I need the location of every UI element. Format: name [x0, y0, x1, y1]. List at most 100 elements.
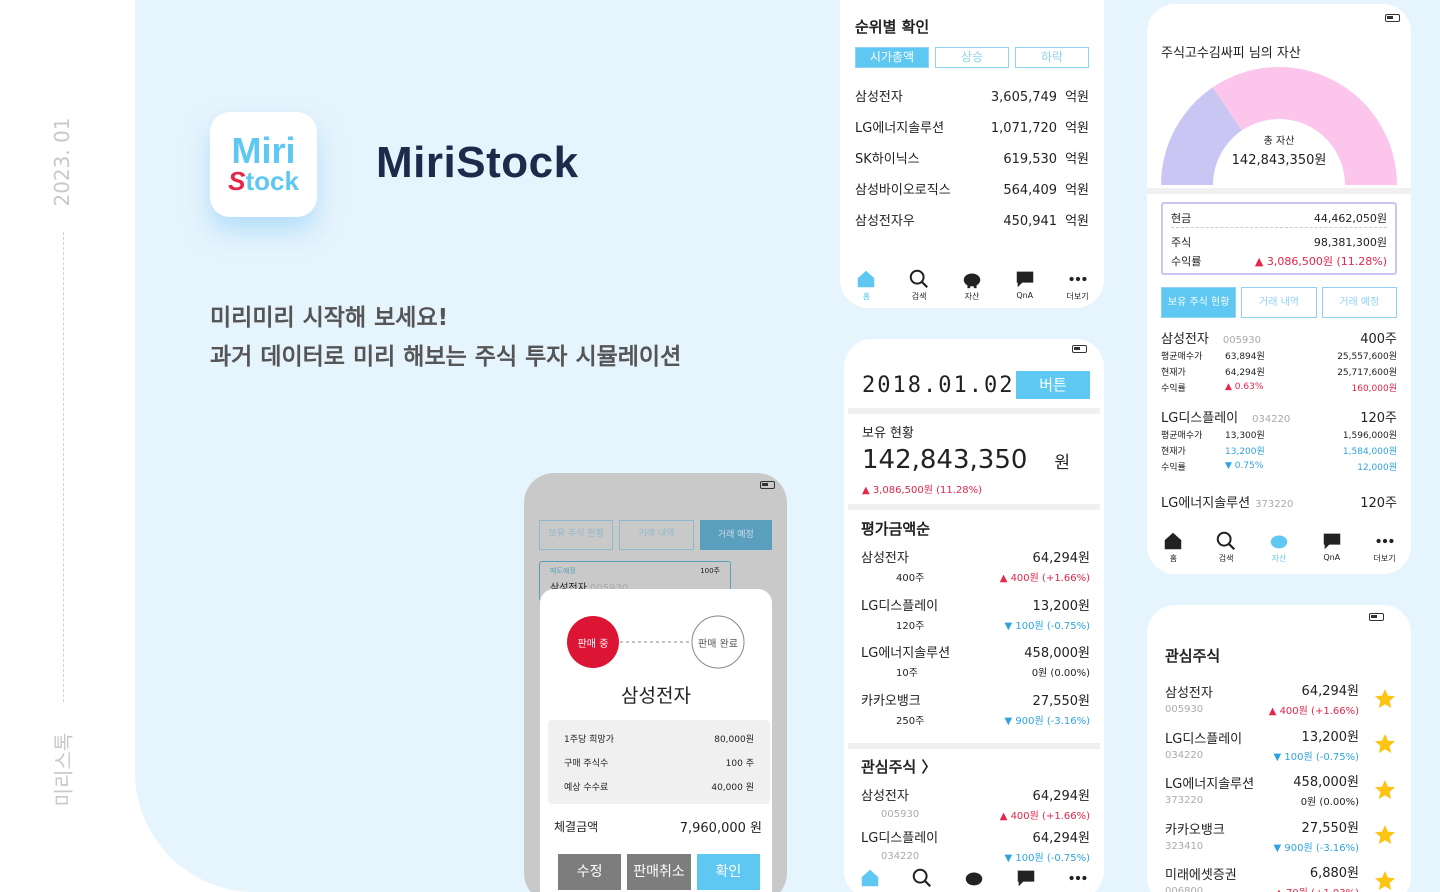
- battery-icon: [1369, 613, 1384, 621]
- ranking-row[interactable]: 삼성전자우 450,941 억원: [855, 204, 1089, 235]
- trade-screen: 보유 주식 현황 거래 내역 거래 예정 매도예정100주 삼성전자 00593…: [524, 473, 787, 892]
- tab-scheduled[interactable]: 거래 예정: [1321, 287, 1397, 318]
- ranking-value: 450,941: [1003, 214, 1058, 229]
- tab-holdings[interactable]: 보유 주식 현황: [1161, 287, 1237, 318]
- stock-change: ▲ 400원 (+1.66%): [999, 573, 1090, 584]
- watch-left: LG에너지솔루션 373220: [1165, 773, 1254, 806]
- nav-search[interactable]: 검색: [908, 268, 930, 302]
- tab-scheduled[interactable]: 거래 예정: [699, 520, 772, 550]
- holding-field-value: 63,894원: [1225, 351, 1265, 362]
- nav-asset[interactable]: 자산: [1268, 530, 1290, 564]
- eval-row-bottom: 250주 ▼ 900원 (-3.16%): [861, 712, 1090, 727]
- nav-qna[interactable]: QnA: [1014, 268, 1036, 300]
- nav-home[interactable]: [859, 867, 881, 890]
- nav-more[interactable]: 더보기: [1067, 268, 1089, 302]
- home-icon: [858, 270, 875, 288]
- confirm-button[interactable]: 확인: [696, 854, 760, 890]
- total-value: 7,960,000 원: [679, 821, 762, 836]
- star-icon[interactable]: [1373, 687, 1397, 711]
- app-name: MiriStock: [376, 138, 579, 187]
- eval-row[interactable]: LG에너지솔루션 458,000원 10주 0원 (0.00%): [861, 642, 1090, 690]
- star-icon[interactable]: [1373, 778, 1397, 802]
- asset-tabs: 보유 주식 현황 거래 내역 거래 예정: [1161, 287, 1397, 318]
- ranking-unit: 억원: [1065, 152, 1089, 167]
- stock-price: 13,200원: [1032, 598, 1090, 614]
- nav-qna[interactable]: QnA: [1321, 530, 1343, 562]
- holding-code: 034220: [1252, 414, 1291, 425]
- eval-title: 평가금액순: [861, 520, 931, 538]
- holding-field-row: 현재가 13,200원 1,584,000원: [1161, 442, 1397, 458]
- tab-rising[interactable]: 상승: [935, 47, 1009, 68]
- watch-row[interactable]: LG디스플레이 034220 13,200원 ▼ 100원 (-0.75%): [1165, 722, 1397, 768]
- nav-home[interactable]: 홈: [855, 268, 877, 302]
- eval-row[interactable]: 카카오뱅크 27,550원 250주 ▼ 900원 (-3.16%): [861, 690, 1090, 738]
- watch-row[interactable]: 삼성전자 64,294원 005930 ▲ 400원 (+1.66%): [861, 785, 1090, 827]
- ranking-row[interactable]: LG에너지솔루션 1,071,720 억원: [855, 111, 1089, 142]
- holding-field-total: 1,596,000원: [1342, 430, 1397, 441]
- side-year-label: 2023. 01: [50, 117, 74, 207]
- nav-more[interactable]: [1067, 867, 1089, 890]
- nav-home[interactable]: 홈: [1162, 530, 1184, 564]
- stock-name: 카카오뱅크: [1165, 822, 1225, 838]
- watchlist: 삼성전자 005930 64,294원 ▲ 400원 (+1.66%) LG디스플레이 0…: [1147, 666, 1411, 892]
- search-icon: [912, 868, 932, 888]
- nav-more[interactable]: 더보기: [1374, 530, 1396, 564]
- tab-holdings[interactable]: 보유 주식 현황: [539, 520, 614, 550]
- stock-price: 64,294원: [1032, 831, 1090, 846]
- piggy-bank-icon: [965, 872, 983, 886]
- tab-history[interactable]: 거래 내역: [1241, 287, 1317, 318]
- asset-summary-box: 현금 44,462,050원 주식 98,381,300원 수익률 ▲ 3,086,5…: [1161, 202, 1397, 275]
- cancel-sale-button[interactable]: 판매취소: [627, 854, 691, 890]
- star-icon[interactable]: [1373, 823, 1397, 847]
- holding-name: 삼성전자: [1161, 332, 1209, 347]
- nav-search[interactable]: [911, 867, 933, 890]
- date-button[interactable]: 버튼: [1016, 371, 1090, 399]
- eval-row-bottom: 120주 ▼ 100원 (-0.75%): [861, 617, 1090, 632]
- holding-field-label: 수익률: [1161, 462, 1186, 473]
- stock-code: 323410: [1165, 840, 1204, 852]
- eval-row[interactable]: LG디스플레이 13,200원 120주 ▼ 100원 (-0.75%): [861, 595, 1090, 643]
- nav-asset[interactable]: [963, 867, 985, 890]
- nav-asset[interactable]: 자산: [961, 268, 983, 302]
- eval-row[interactable]: 삼성전자 64,294원 400주 ▲ 400원 (+1.66%): [861, 547, 1090, 595]
- ranking-row[interactable]: SK하이닉스 619,530 억원: [855, 142, 1089, 173]
- stock-label: 주식: [1171, 236, 1192, 249]
- ranking-row[interactable]: 삼성전자 3,605,749 억원: [855, 80, 1089, 111]
- stock-change: 0원 (0.00%): [1031, 668, 1090, 679]
- star-icon[interactable]: [1373, 732, 1397, 756]
- trade-detail-row: 1주당 희망가 80,000원: [564, 726, 754, 750]
- stock-price: 13,200원: [1301, 729, 1359, 745]
- simulation-date: 2018.01.02: [862, 372, 1015, 398]
- stock-change: ▼ 900원 (-3.16%): [1273, 842, 1359, 854]
- watch-row[interactable]: LG디스플레이 64,294원 034220 ▼ 100원 (-0.75%): [861, 827, 1090, 869]
- watch-row[interactable]: 카카오뱅크 323410 27,550원 ▼ 900원 (-3.16%): [1165, 813, 1397, 859]
- more-icon: [1069, 276, 1087, 282]
- tab-history[interactable]: 거래 내역: [619, 520, 694, 550]
- holding-name-group: LG디스플레이 034220: [1161, 407, 1290, 426]
- stock-code: 034220: [1165, 749, 1204, 761]
- watch-row-bottom: 034220 ▼ 100원 (-0.75%): [861, 849, 1090, 864]
- return-value: ▲ 3,086,500원 (11.28%): [1254, 255, 1387, 268]
- more-icon: [1069, 875, 1087, 881]
- edit-button[interactable]: 수정: [558, 854, 622, 890]
- battery-icon: [760, 481, 775, 489]
- star-icon[interactable]: [1373, 869, 1397, 892]
- stock-code: 005930: [881, 809, 920, 820]
- watch-row[interactable]: 삼성전자 005930 64,294원 ▲ 400원 (+1.66%): [1165, 676, 1397, 722]
- watch-row[interactable]: 미래에셋증권 006800 6,880원 ▲ 70원 (+1.03%): [1165, 858, 1397, 892]
- ranking-value: 3,605,749: [990, 90, 1058, 105]
- holding-card[interactable]: LG디스플레이 034220 120주 평균매수가 13,300원 1,596,000원 현…: [1161, 407, 1397, 486]
- holding-card[interactable]: 삼성전자 005930 400주 평균매수가 63,894원 25,557,600원 현재가…: [1161, 328, 1397, 407]
- watch-section-link[interactable]: 관심주식 〉: [861, 756, 1090, 777]
- nav-search[interactable]: 검색: [1215, 530, 1237, 564]
- side-divider: [63, 232, 64, 702]
- watch-row[interactable]: LG에너지솔루션 373220 458,000원 0원 (0.00%): [1165, 767, 1397, 813]
- holding-code: 005930: [1222, 335, 1262, 346]
- ranking-screen: 순위별 확인 시가총액 상승 하락 삼성전자 3,605,749 억원 LG에너지솔루…: [840, 0, 1104, 308]
- tab-market-cap[interactable]: 시가총액: [855, 47, 929, 68]
- nav-qna[interactable]: [1015, 867, 1037, 890]
- stock-price: 27,550원: [1301, 820, 1359, 836]
- ranking-row[interactable]: 삼성바이오로직스 564,409 억원: [855, 173, 1089, 204]
- trade-detail-row: 예상 수수료 40,000 원: [564, 774, 754, 798]
- tab-falling[interactable]: 하락: [1015, 47, 1089, 68]
